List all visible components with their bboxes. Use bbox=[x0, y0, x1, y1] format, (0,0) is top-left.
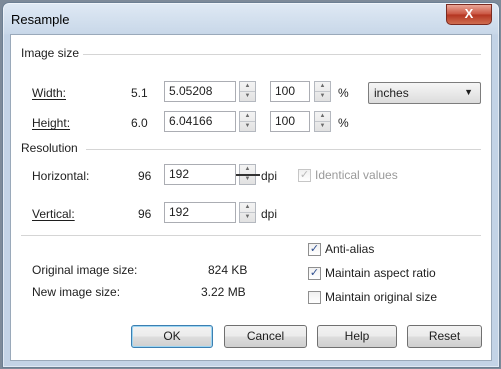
vertical-dpi-input[interactable]: 192 bbox=[164, 202, 236, 223]
maintain-aspect-ratio-checkbox[interactable]: ✓ bbox=[308, 267, 321, 280]
close-icon: X bbox=[464, 6, 474, 21]
width-percent-input[interactable]: 100 bbox=[270, 81, 310, 102]
horizontal-spinner[interactable]: ▲ ▼ bbox=[236, 164, 260, 185]
section-divider bbox=[21, 235, 481, 236]
width-label: Width: bbox=[32, 86, 67, 100]
width-percent-spinner[interactable]: ▲ ▼ bbox=[314, 81, 331, 102]
anti-alias-label: Anti-alias bbox=[325, 242, 375, 256]
anti-alias-checkbox[interactable]: ✓ bbox=[308, 243, 321, 256]
spin-up-icon[interactable]: ▲ bbox=[240, 203, 255, 213]
spin-up-icon[interactable]: ▲ bbox=[240, 82, 255, 92]
cancel-button[interactable]: Cancel bbox=[224, 325, 307, 348]
spin-down-icon[interactable]: ▼ bbox=[240, 175, 255, 184]
identical-values-checkbox[interactable]: ✓ bbox=[298, 169, 311, 182]
vertical-label: Vertical: bbox=[32, 207, 75, 221]
new-size-label: New image size: bbox=[32, 285, 121, 299]
spin-down-icon[interactable]: ▼ bbox=[240, 213, 255, 222]
close-button[interactable]: X bbox=[446, 4, 492, 25]
vertical-unit: dpi bbox=[261, 207, 278, 221]
section-divider bbox=[83, 54, 481, 55]
horizontal-label: Horizontal: bbox=[32, 169, 90, 183]
resolution-section-label: Resolution bbox=[21, 141, 78, 155]
resample-dialog: Resample X Image size Width: 5.1 5.05208… bbox=[2, 2, 500, 368]
width-percent-sign: % bbox=[338, 86, 349, 100]
maintain-original-size-checkbox[interactable] bbox=[308, 291, 321, 304]
spin-down-icon[interactable]: ▼ bbox=[315, 92, 330, 101]
identical-values-label: Identical values bbox=[315, 168, 398, 182]
title-bar[interactable]: Resample X bbox=[3, 3, 499, 35]
new-size-value: 3.22 MB bbox=[201, 285, 246, 299]
horizontal-original-value: 96 bbox=[138, 169, 152, 183]
height-original-value: 6.0 bbox=[131, 116, 148, 130]
chevron-down-icon[interactable]: ▼ bbox=[464, 87, 473, 97]
spin-up-icon[interactable]: ▲ bbox=[240, 112, 255, 122]
dialog-body: Image size Width: 5.1 5.05208 ▲ ▼ 100 ▲ … bbox=[10, 34, 492, 361]
spin-down-icon[interactable]: ▼ bbox=[240, 92, 255, 101]
maintain-aspect-ratio-label: Maintain aspect ratio bbox=[325, 266, 436, 280]
width-original-value: 5.1 bbox=[131, 86, 148, 100]
vertical-spinner[interactable]: ▲ ▼ bbox=[239, 202, 256, 223]
height-percent-spinner[interactable]: ▲ ▼ bbox=[314, 111, 331, 132]
height-label: Height: bbox=[32, 116, 71, 130]
reset-button[interactable]: Reset bbox=[407, 325, 482, 348]
original-size-label: Original image size: bbox=[32, 263, 138, 277]
units-selected-value: inches bbox=[374, 86, 409, 100]
ok-button[interactable]: OK bbox=[131, 325, 213, 348]
section-divider bbox=[86, 149, 481, 150]
height-percent-input[interactable]: 100 bbox=[270, 111, 310, 132]
height-input[interactable]: 6.04166 bbox=[164, 111, 236, 132]
width-input[interactable]: 5.05208 bbox=[164, 81, 236, 102]
height-percent-sign: % bbox=[338, 116, 349, 130]
spin-down-icon[interactable]: ▼ bbox=[240, 122, 255, 131]
width-spinner[interactable]: ▲ ▼ bbox=[239, 81, 256, 102]
units-dropdown[interactable]: inches ▼ bbox=[368, 82, 481, 104]
image-size-section-label: Image size bbox=[21, 46, 80, 60]
vertical-original-value: 96 bbox=[138, 207, 152, 221]
maintain-original-size-label: Maintain original size bbox=[325, 290, 438, 304]
spin-down-icon[interactable]: ▼ bbox=[315, 122, 330, 131]
height-spinner[interactable]: ▲ ▼ bbox=[239, 111, 256, 132]
horizontal-unit: dpi bbox=[261, 169, 278, 183]
help-button[interactable]: Help bbox=[317, 325, 397, 348]
spinner-drag-handle[interactable] bbox=[236, 174, 260, 176]
original-size-value: 824 KB bbox=[208, 263, 248, 277]
horizontal-dpi-input[interactable]: 192 bbox=[164, 164, 236, 185]
dialog-title: Resample bbox=[11, 12, 70, 27]
spin-up-icon[interactable]: ▲ bbox=[315, 112, 330, 122]
spin-up-icon[interactable]: ▲ bbox=[315, 82, 330, 92]
